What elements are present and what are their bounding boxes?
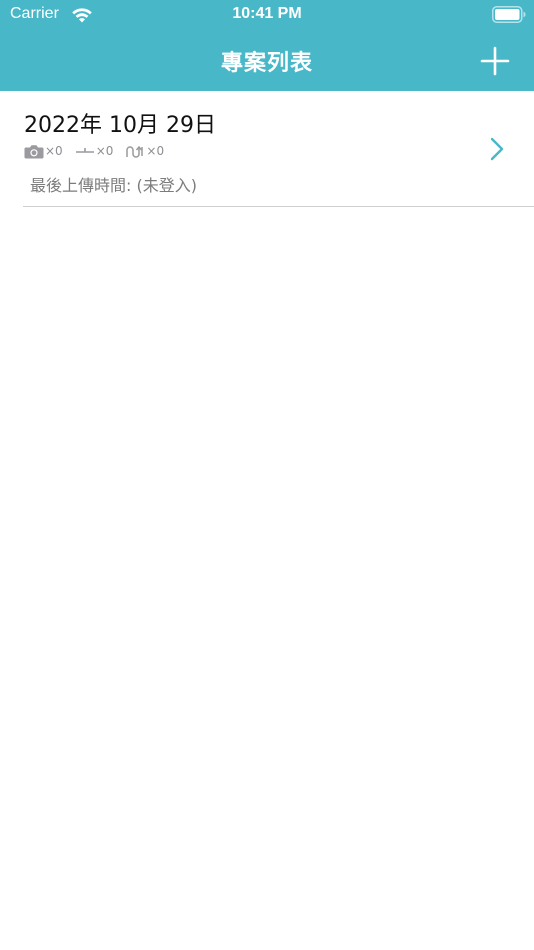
page-title: 專案列表 bbox=[220, 51, 313, 76]
battery-icon bbox=[492, 6, 526, 23]
plus-icon bbox=[480, 46, 510, 76]
measure-count: ×0 bbox=[95, 144, 114, 158]
project-list: 2022年 10月 29日 ×0 ×0 ×0 最後上傳時間: (未登入) bbox=[0, 91, 534, 207]
camera-icon bbox=[24, 144, 44, 158]
navigation-bar: Carrier 10:41 PM 專案列表 bbox=[0, 0, 534, 91]
add-project-button[interactable] bbox=[478, 44, 512, 78]
curve-count: ×0 bbox=[146, 144, 165, 158]
photo-stat: ×0 bbox=[24, 144, 63, 159]
last-upload-label: 最後上傳時間: (未登入) bbox=[30, 176, 197, 195]
curve-arrows-icon bbox=[126, 145, 144, 158]
project-title: 2022年 10月 29日 bbox=[24, 113, 216, 138]
curve-stat: ×0 bbox=[125, 144, 164, 159]
measure-stat: ×0 bbox=[75, 144, 114, 159]
row-separator bbox=[23, 206, 534, 207]
status-bar: Carrier 10:41 PM bbox=[0, 0, 534, 30]
chevron-right-icon bbox=[490, 137, 504, 161]
project-row[interactable]: 2022年 10月 29日 ×0 ×0 ×0 最後上傳時間: (未登入) bbox=[0, 91, 534, 207]
level-line-icon bbox=[75, 147, 94, 153]
photo-count: ×0 bbox=[45, 144, 63, 158]
project-stats: ×0 ×0 ×0 bbox=[24, 141, 176, 161]
status-time: 10:41 PM bbox=[232, 5, 302, 22]
